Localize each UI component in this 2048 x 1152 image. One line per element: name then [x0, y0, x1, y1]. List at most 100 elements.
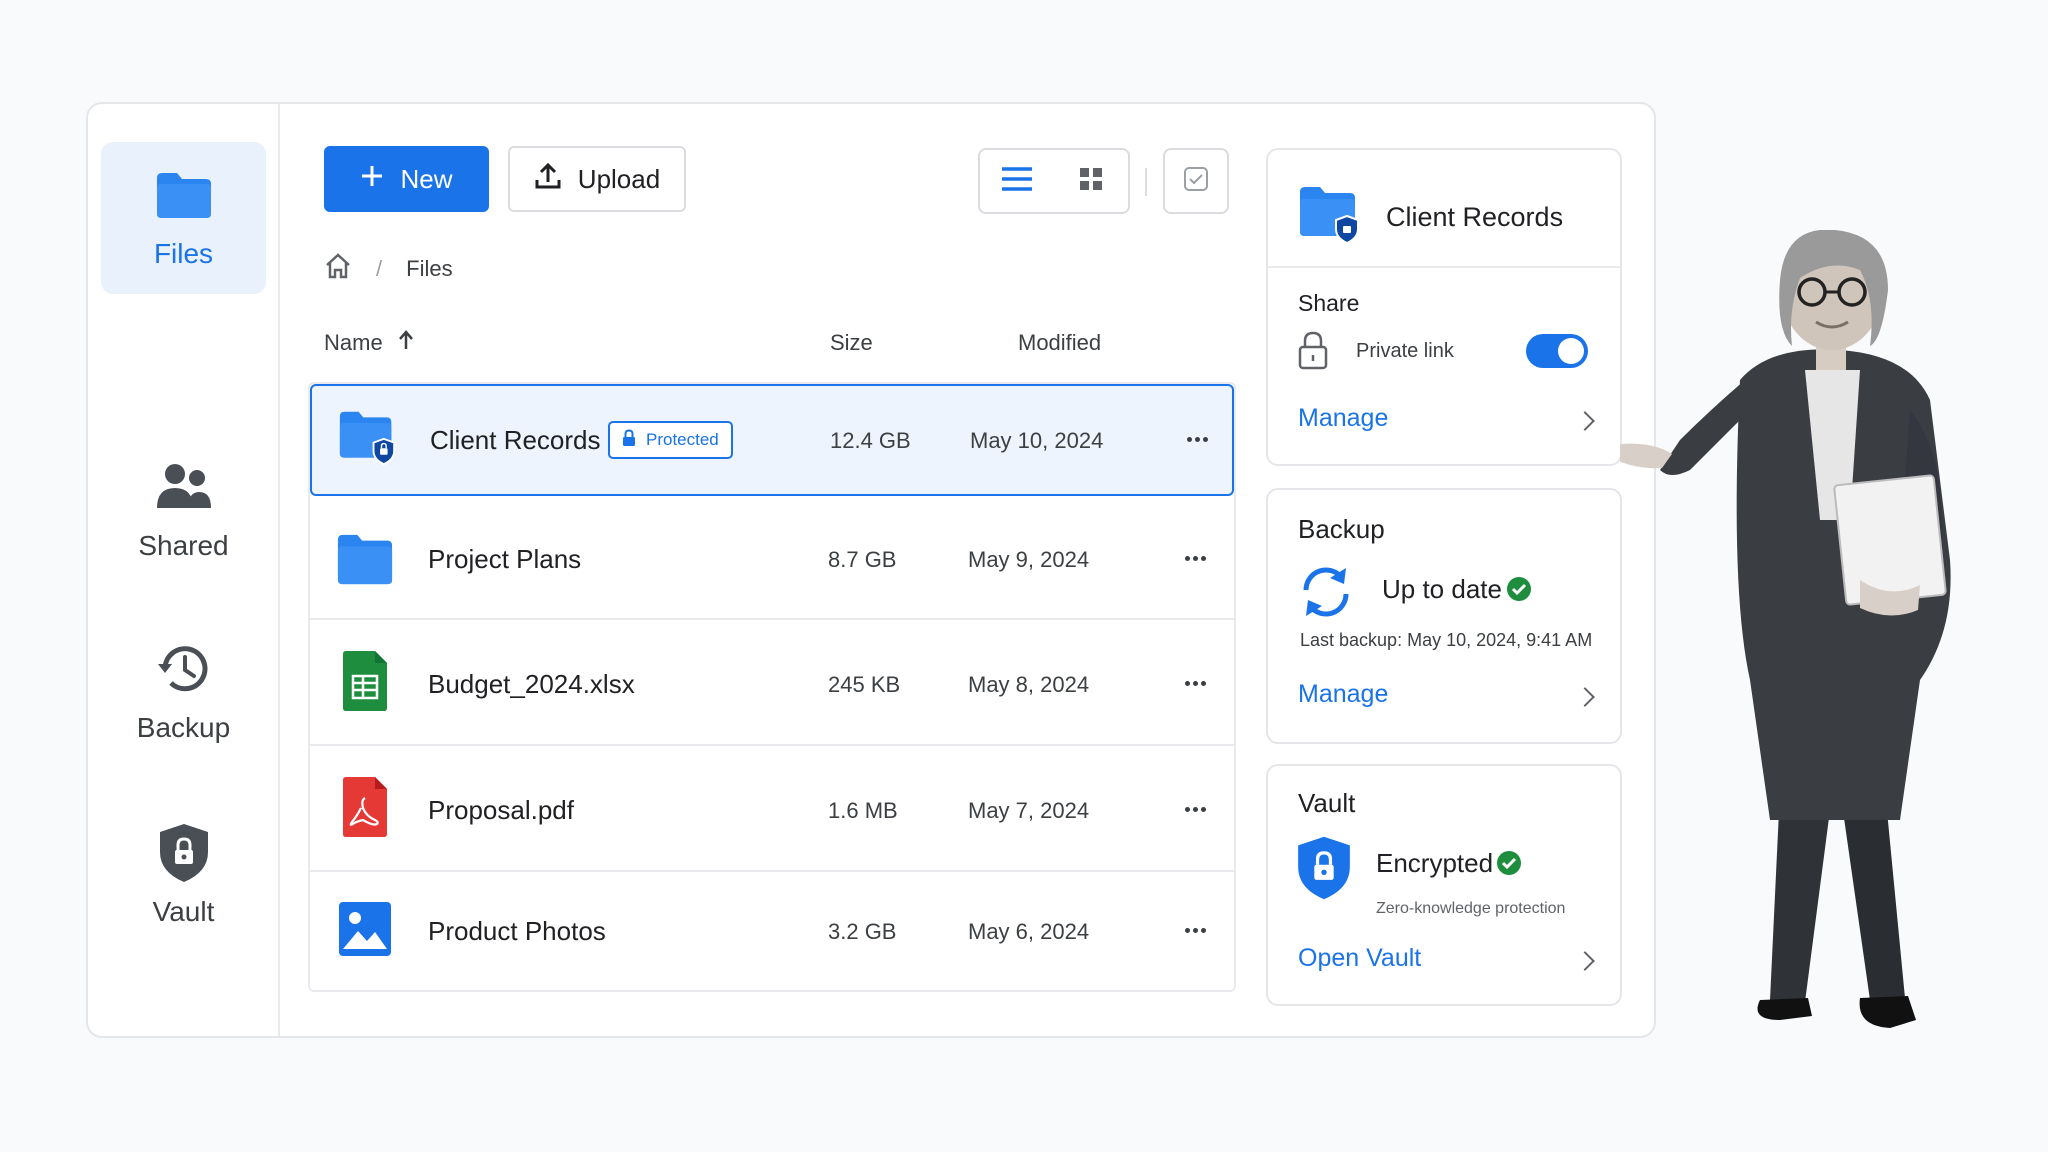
shield-lock-icon	[1296, 834, 1352, 907]
upload-icon	[534, 162, 562, 197]
file-modified: May 9, 2024	[968, 547, 1090, 572]
sidebar-item-vault[interactable]: Vault	[101, 800, 266, 952]
shield-lock-icon	[155, 824, 213, 882]
grid-view-icon	[1079, 167, 1103, 196]
padlock-icon	[1298, 330, 1328, 375]
share-heading: Share	[1298, 290, 1360, 316]
details-title: Client Records	[1386, 202, 1564, 232]
breadcrumb-separator: /	[376, 256, 383, 281]
share-manage-link[interactable]: Manage	[1298, 404, 1388, 433]
folder-icon	[155, 166, 213, 224]
upload-button-label: Upload	[577, 163, 661, 194]
vault-subtitle: Zero-knowledge protection	[1376, 900, 1566, 917]
file-modified: May 7, 2024	[968, 798, 1090, 823]
folder-icon	[336, 530, 394, 588]
file-manager-window: Files Shared Backup Vault New Upload / F…	[86, 102, 1656, 1038]
upload-button[interactable]: Upload	[508, 146, 686, 212]
breadcrumb-current: Files	[406, 256, 453, 281]
file-size: 8.7 GB	[828, 547, 897, 572]
protected-folder-icon	[338, 408, 396, 466]
sidebar-item-label: Vault	[152, 896, 215, 927]
last-backup-text: Last backup: May 10, 2024, 9:41 AM	[1300, 630, 1593, 650]
file-modified: May 6, 2024	[968, 919, 1090, 944]
more-options-icon[interactable]	[1180, 429, 1214, 449]
grid-view-button[interactable]	[1054, 150, 1128, 212]
backup-card: Backup Up to date Last backup: May 10, 2…	[1266, 488, 1622, 744]
lock-icon	[622, 428, 636, 452]
more-options-icon[interactable]	[1178, 799, 1212, 819]
sidebar-item-label: Files	[153, 238, 214, 269]
vault-card: Vault Encrypted Zero-knowledge protectio…	[1266, 764, 1622, 1006]
view-toggle-group	[978, 148, 1130, 214]
file-size: 245 KB	[828, 672, 901, 697]
file-modified: May 10, 2024	[970, 428, 1104, 453]
plus-icon	[360, 164, 384, 195]
sidebar-item-label: Backup	[136, 712, 231, 743]
spreadsheet-icon	[336, 651, 394, 711]
sidebar: Files Shared Backup Vault	[88, 104, 280, 1036]
backup-manage-link[interactable]: Manage	[1298, 680, 1388, 709]
column-header-size[interactable]: Size	[830, 330, 873, 356]
sync-icon	[1298, 564, 1354, 625]
image-icon	[336, 900, 394, 958]
column-header-label: Name	[324, 330, 383, 355]
details-share-card: Client Records Share Private link Manage	[1266, 148, 1622, 466]
new-button[interactable]: New	[324, 146, 489, 212]
table-row[interactable]: Proposal.pdf 1.6 MB May 7, 2024	[310, 746, 1234, 872]
check-circle-icon	[1506, 576, 1532, 607]
people-icon	[155, 458, 213, 516]
more-options-icon[interactable]	[1178, 673, 1212, 693]
private-link-toggle[interactable]	[1526, 334, 1588, 368]
backup-status: Up to date	[1382, 574, 1502, 604]
new-button-label: New	[400, 163, 453, 194]
file-size: 3.2 GB	[828, 919, 897, 944]
file-size: 12.4 GB	[830, 428, 911, 453]
sort-ascending-icon	[397, 330, 415, 356]
more-options-icon[interactable]	[1178, 548, 1212, 568]
presenter-illustration	[1620, 230, 1951, 1028]
file-name: Budget_2024.xlsx	[428, 669, 635, 699]
table-row[interactable]: Project Plans 8.7 GB May 9, 2024	[310, 496, 1234, 620]
file-name: Project Plans	[428, 544, 582, 574]
chevron-right-icon[interactable]	[1575, 687, 1595, 707]
home-icon[interactable]	[324, 252, 352, 286]
file-name: Proposal.pdf	[428, 795, 574, 825]
column-header-label: Size	[830, 330, 873, 355]
history-icon	[155, 640, 213, 698]
checkbox-icon	[1183, 166, 1209, 197]
pdf-icon	[336, 777, 394, 837]
open-vault-link[interactable]: Open Vault	[1298, 944, 1421, 973]
vault-heading: Vault	[1298, 788, 1356, 818]
toolbar-divider	[1145, 168, 1147, 196]
column-header-name[interactable]: Name	[324, 330, 415, 356]
private-link-label: Private link	[1356, 340, 1454, 362]
sidebar-item-backup[interactable]: Backup	[101, 616, 266, 768]
breadcrumb: / Files	[324, 252, 453, 286]
chevron-right-icon[interactable]	[1575, 951, 1595, 971]
chevron-right-icon[interactable]	[1575, 411, 1595, 431]
file-size: 1.6 MB	[828, 798, 898, 823]
more-options-icon[interactable]	[1178, 920, 1212, 940]
badge-label: Protected	[646, 430, 719, 449]
table-row[interactable]: Product Photos 3.2 GB May 6, 2024	[310, 872, 1234, 990]
protected-badge: Protected	[608, 421, 733, 459]
file-name: Client Records	[430, 425, 601, 455]
protected-folder-icon	[1298, 184, 1360, 249]
list-view-button[interactable]	[980, 150, 1054, 212]
vault-status: Encrypted	[1376, 848, 1494, 878]
table-row[interactable]: Budget_2024.xlsx 245 KB May 8, 2024	[310, 620, 1234, 746]
check-circle-icon	[1496, 850, 1522, 881]
select-mode-button[interactable]	[1163, 148, 1229, 214]
table-row[interactable]: Client Records Protected 12.4 GB May 10,…	[310, 384, 1234, 496]
sidebar-item-shared[interactable]: Shared	[101, 434, 266, 586]
backup-heading: Backup	[1298, 514, 1385, 544]
file-name: Product Photos	[428, 916, 606, 946]
file-list: Client Records Protected 12.4 GB May 10,…	[308, 382, 1236, 992]
sidebar-item-files[interactable]: Files	[101, 142, 266, 294]
list-view-icon	[1001, 166, 1033, 197]
column-header-label: Modified	[1018, 330, 1102, 355]
file-modified: May 8, 2024	[968, 672, 1090, 697]
sidebar-item-label: Shared	[138, 530, 229, 561]
column-header-modified[interactable]: Modified	[1018, 330, 1101, 356]
details-divider	[1268, 266, 1620, 268]
